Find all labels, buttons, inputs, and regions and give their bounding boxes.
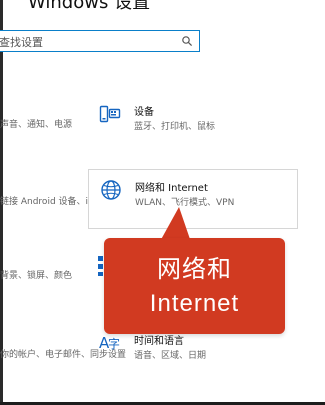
globe-icon: [101, 180, 121, 200]
search-box[interactable]: 查找设置: [0, 30, 200, 52]
tile-devices-desc: 蓝牙、打印机、鼠标: [134, 122, 216, 132]
callout-line1: 网络和: [157, 256, 232, 283]
devices-icon: [99, 105, 121, 123]
tile-time-language-title: 时间和语言: [134, 336, 184, 347]
tile-devices-title: 设备: [134, 107, 154, 118]
tile-devices[interactable]: 设备 蓝牙、打印机、鼠标: [88, 94, 298, 154]
callout-banner: 网络和 Internet: [104, 238, 285, 334]
search-icon[interactable]: [181, 35, 193, 47]
search-input-text[interactable]: 查找设置: [0, 34, 43, 50]
callout-line2: Internet: [149, 290, 240, 317]
left-tile-desc-personalization[interactable]: 背景、锁屏、颜色: [0, 268, 72, 281]
tile-network-title: 网络和 Internet: [135, 183, 208, 194]
left-tile-desc-system[interactable]: 声音、通知、电源: [0, 117, 72, 130]
tile-time-language-desc: 语音、区域、日期: [134, 351, 207, 361]
window-title: Windows 设置: [28, 0, 151, 13]
svg-text:字: 字: [108, 336, 120, 351]
